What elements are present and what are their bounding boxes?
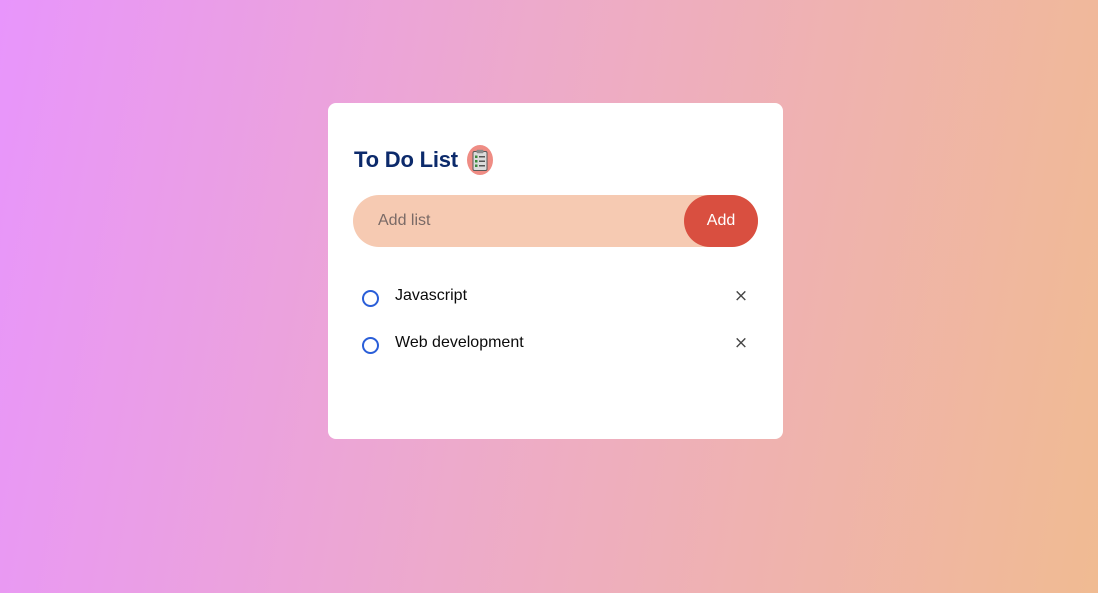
list-item-label: Javascript [395, 287, 468, 304]
clipboard-checklist-icon [466, 145, 493, 175]
unchecked-circle-icon[interactable] [362, 290, 379, 307]
todo-list: Javascript × Web development × [353, 274, 758, 368]
add-task-bar: Add [353, 195, 758, 247]
page-title: To Do List [354, 147, 458, 172]
list-item-label: Web development [395, 334, 524, 351]
add-button[interactable]: Add [684, 195, 758, 247]
close-icon[interactable]: × [733, 286, 749, 306]
title-row: To Do List [354, 145, 493, 175]
unchecked-circle-icon[interactable] [362, 337, 379, 354]
close-icon[interactable]: × [733, 333, 749, 353]
list-item[interactable]: Javascript × [353, 274, 758, 321]
task-input[interactable] [353, 195, 683, 247]
todo-card: To Do List Add Javascript × Web de [328, 103, 783, 439]
list-item[interactable]: Web development × [353, 321, 758, 368]
